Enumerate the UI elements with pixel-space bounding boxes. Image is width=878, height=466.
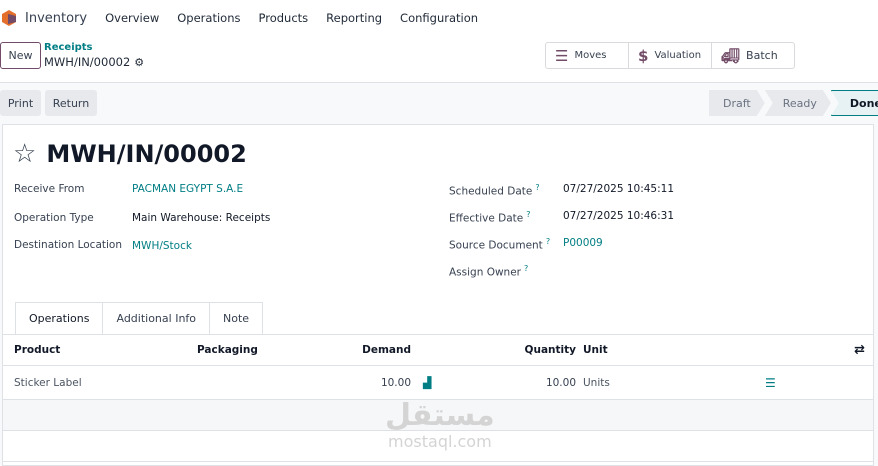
tab-operations[interactable]: Operations — [15, 302, 104, 334]
forecast-chart-icon[interactable]: ▟ — [423, 376, 431, 389]
top-navbar: Inventory Overview Operations Products R… — [0, 0, 878, 36]
details-list-icon[interactable]: ☰ — [765, 376, 776, 390]
help-icon[interactable]: ? — [546, 237, 550, 246]
action-bar: Print Return Draft Ready Done — [0, 90, 878, 117]
valuation-button[interactable]: $ Valuation — [629, 43, 712, 68]
source-document-text: Source Document — [449, 239, 543, 252]
assign-owner-field[interactable] — [563, 264, 763, 278]
new-button[interactable]: New — [0, 42, 41, 69]
table-row[interactable]: Sticker Label 10.00 ▟ 10.00 Units ☰ — [3, 366, 873, 400]
star-icon[interactable]: ☆ — [13, 139, 36, 169]
operation-type-label: Operation Type — [14, 212, 94, 224]
watermark-arabic: مستقل — [385, 398, 495, 433]
quantity-cell[interactable]: 10.00 — [546, 377, 576, 389]
stat-buttons: ☰ Moves $ Valuation 🚚︎ Batch — [545, 42, 795, 69]
breadcrumb-current-label: MWH/IN/00002 — [44, 55, 131, 69]
inventory-logo-icon[interactable] — [2, 10, 16, 26]
notebook-tabs: Operations Additional Info Note — [15, 302, 264, 334]
assign-owner-label: Assign Owner? — [449, 264, 528, 279]
destination-location-label: Destination Location — [14, 239, 122, 251]
moves-button[interactable]: ☰ Moves — [546, 43, 629, 68]
record-title: ☆ MWH/IN/00002 — [13, 139, 247, 169]
operation-type-field[interactable]: Main Warehouse: Receipts — [132, 212, 270, 224]
col-demand[interactable]: Demand — [362, 344, 411, 356]
return-button[interactable]: Return — [45, 90, 97, 116]
table-header: Product Packaging Demand Quantity Unit ⇄ — [3, 335, 873, 366]
menu-products[interactable]: Products — [258, 11, 308, 25]
menu-overview[interactable]: Overview — [105, 11, 159, 25]
help-icon[interactable]: ? — [524, 264, 528, 273]
help-icon[interactable]: ? — [535, 183, 539, 192]
effective-date-field[interactable]: 07/27/2025 10:46:31 — [563, 210, 674, 222]
batch-label: Batch — [746, 49, 778, 62]
app-name[interactable]: Inventory — [25, 11, 87, 26]
status-ready[interactable]: Ready — [765, 90, 831, 116]
optional-columns-icon[interactable]: ⇄ — [854, 343, 865, 358]
gear-icon[interactable]: ⚙ — [134, 56, 144, 69]
tab-note[interactable]: Note — [209, 302, 264, 334]
record-name: MWH/IN/00002 — [46, 140, 247, 168]
source-document-label: Source Document? — [449, 237, 550, 252]
batch-button[interactable]: 🚚︎ Batch — [712, 43, 794, 68]
product-cell[interactable]: Sticker Label — [14, 377, 82, 389]
menu-configuration[interactable]: Configuration — [400, 11, 478, 25]
valuation-label: Valuation — [654, 50, 702, 61]
tab-additional-info[interactable]: Additional Info — [102, 302, 211, 334]
col-packaging[interactable]: Packaging — [197, 344, 258, 356]
moves-label: Moves — [574, 50, 607, 61]
destination-location-field[interactable]: MWH/Stock — [132, 240, 192, 252]
dollar-icon: $ — [638, 46, 649, 65]
receive-from-label: Receive From — [14, 183, 85, 195]
effective-date-label: Effective Date? — [449, 210, 531, 225]
unit-cell[interactable]: Units — [583, 377, 610, 389]
status-bar: Draft Ready Done — [709, 90, 878, 116]
col-quantity[interactable]: Quantity — [525, 344, 576, 356]
watermark-latin: mostaql.com — [388, 432, 492, 451]
demand-cell[interactable]: 10.00 — [381, 377, 411, 389]
effective-date-text: Effective Date — [449, 212, 524, 225]
receive-from-field[interactable]: PACMAN EGYPT S.A.E — [132, 183, 243, 195]
watermark: مستقل mostaql.com — [385, 398, 495, 452]
control-panel: New Receipts MWH/IN/00002 ⚙ ☰ Moves $ Valua… — [0, 36, 878, 83]
status-done[interactable]: Done — [830, 90, 878, 116]
breadcrumb-current: MWH/IN/00002 ⚙ — [44, 55, 144, 69]
col-unit[interactable]: Unit — [583, 344, 608, 356]
scheduled-date-label: Scheduled Date? — [449, 183, 540, 198]
truck-icon: 🚚︎ — [721, 46, 741, 65]
breadcrumb-receipts[interactable]: Receipts — [44, 42, 93, 53]
source-document-field[interactable]: P00009 — [563, 237, 603, 249]
menu-reporting[interactable]: Reporting — [326, 11, 382, 25]
col-product[interactable]: Product — [14, 344, 60, 356]
scheduled-date-field[interactable]: 07/27/2025 10:45:11 — [563, 183, 674, 195]
bars-icon: ☰ — [555, 46, 569, 65]
scheduled-date-text: Scheduled Date — [449, 185, 533, 198]
assign-owner-text: Assign Owner — [449, 266, 521, 279]
help-icon[interactable]: ? — [526, 210, 530, 219]
print-button[interactable]: Print — [0, 90, 41, 116]
status-draft[interactable]: Draft — [709, 90, 765, 116]
menu-operations[interactable]: Operations — [177, 11, 240, 25]
